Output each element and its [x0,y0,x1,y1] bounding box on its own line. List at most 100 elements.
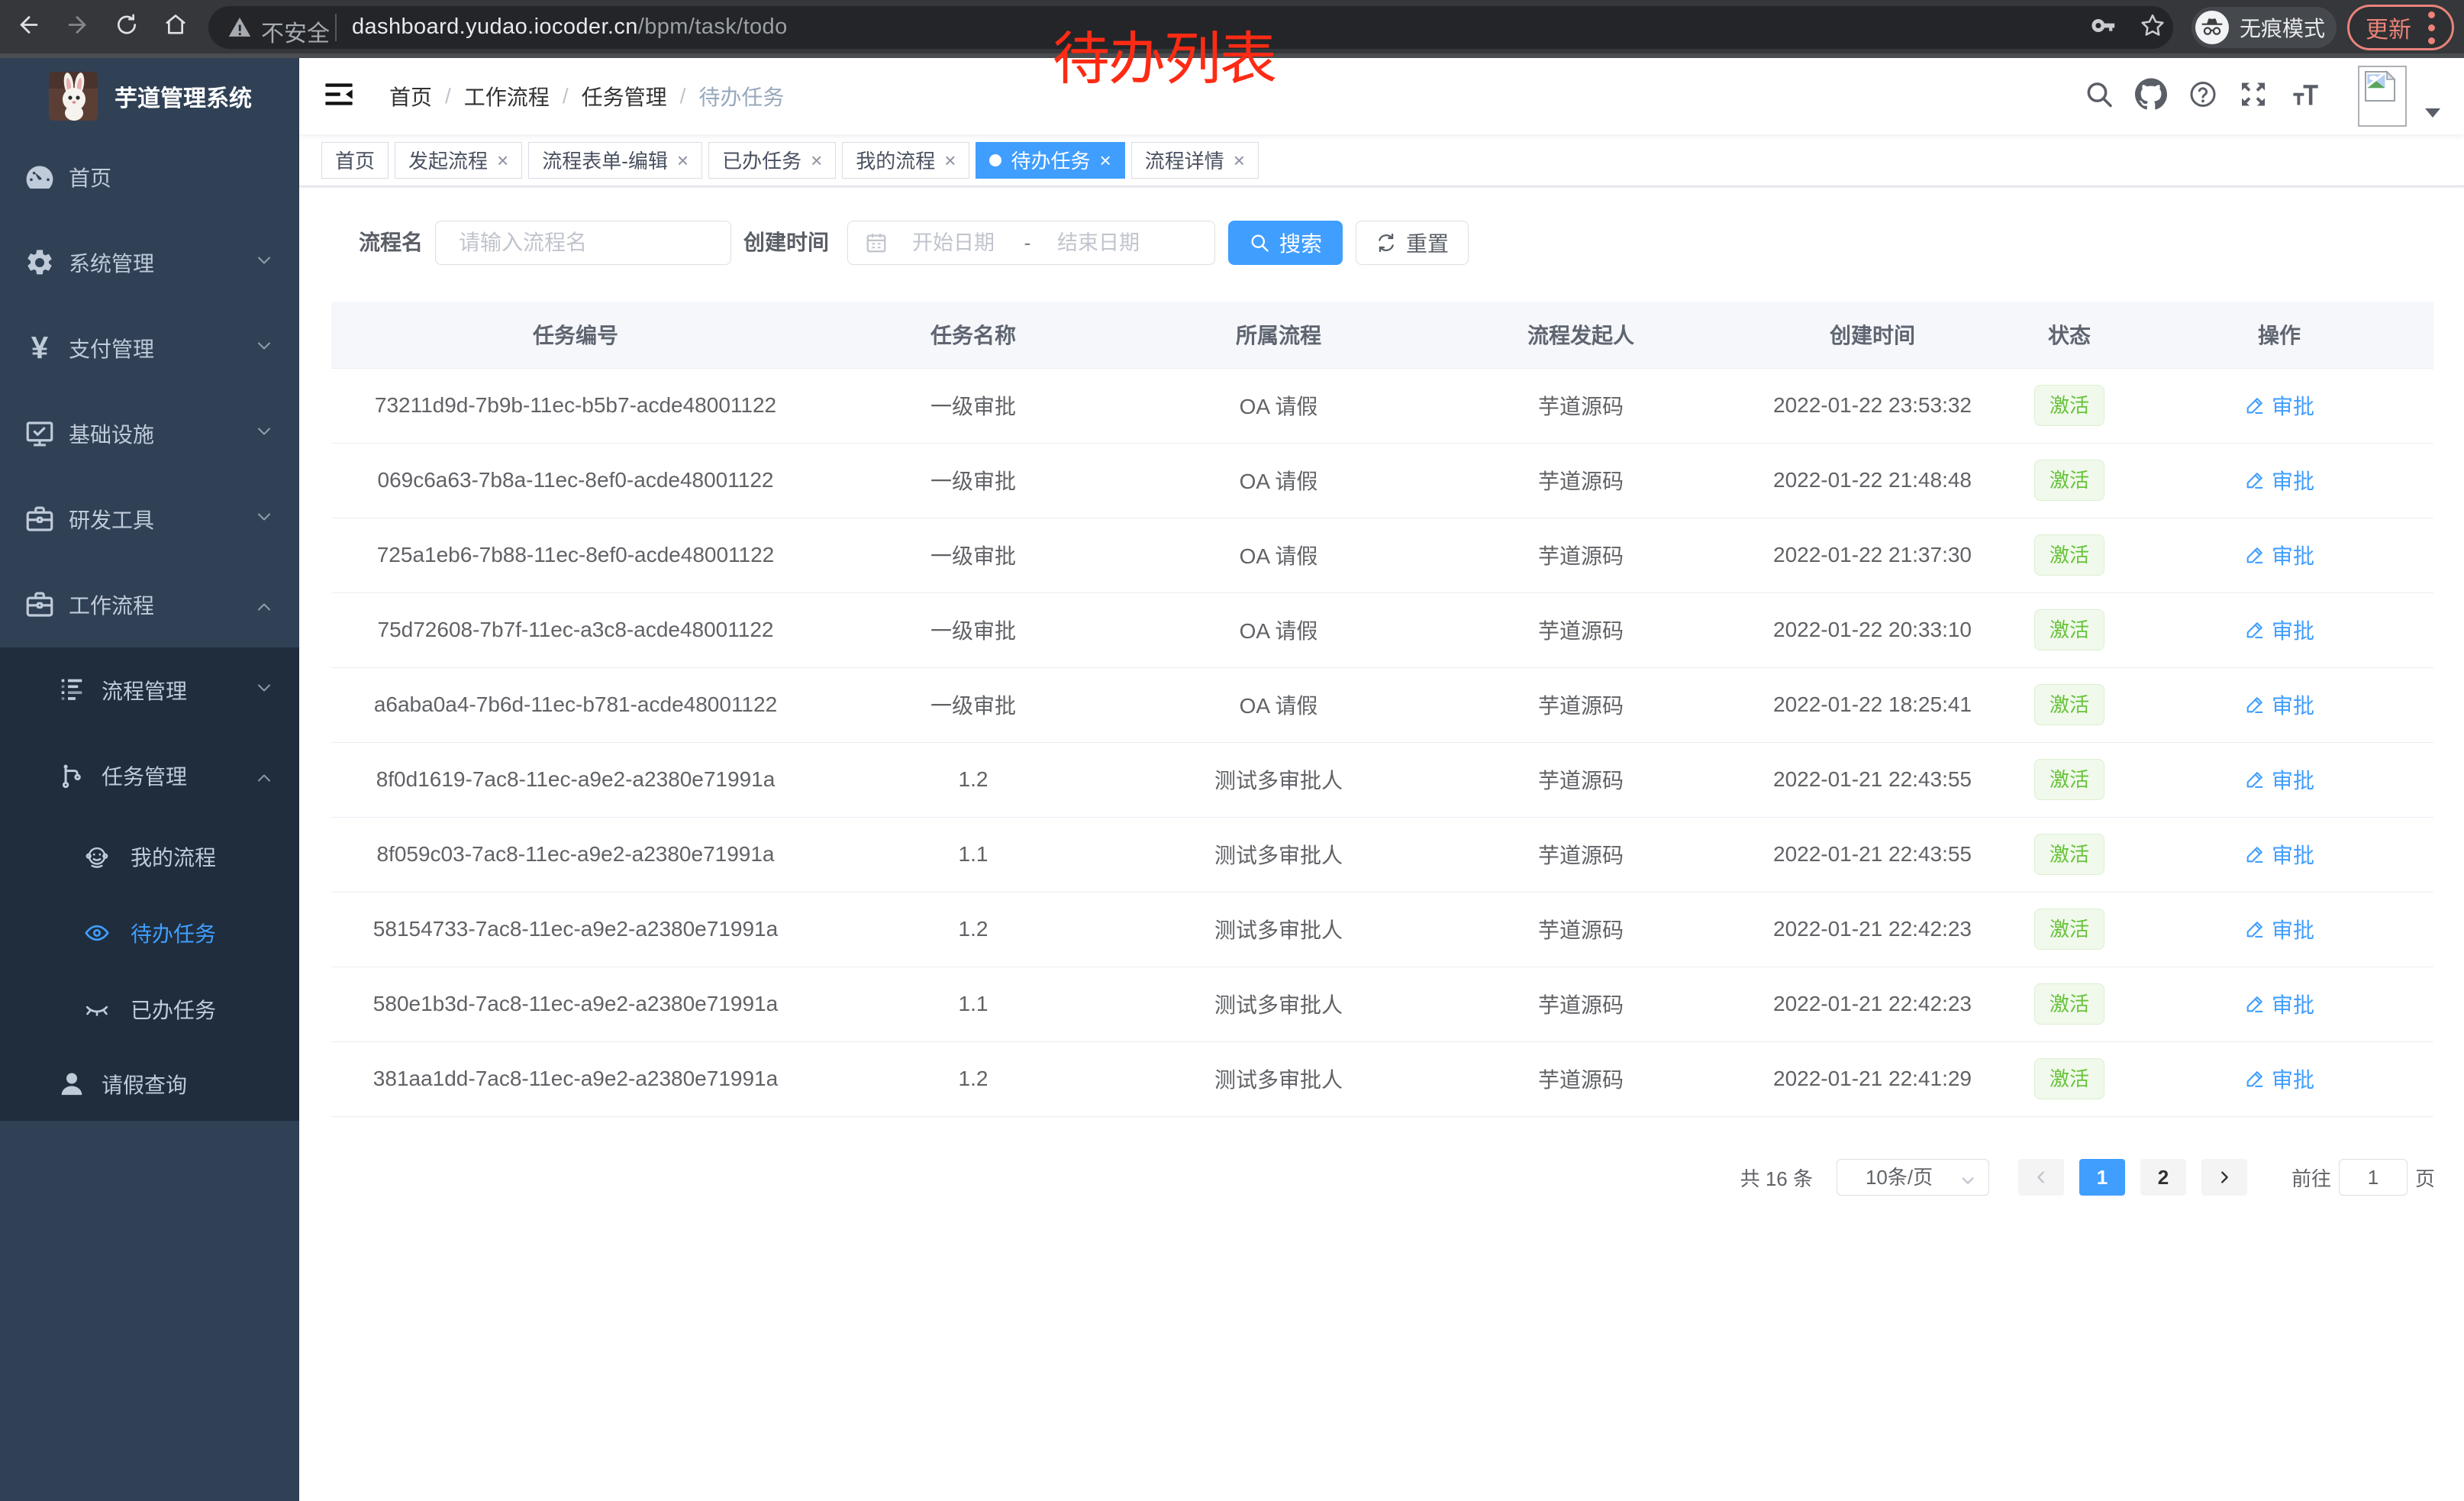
action-cell: 审批 [2125,667,2433,742]
action-cell: 审批 [2125,592,2433,667]
approve-link[interactable]: 审批 [2244,764,2314,795]
breadcrumb-item[interactable]: 任务管理 [582,81,667,111]
end-date-placeholder[interactable]: 结束日期 [1057,221,1141,264]
sidebar-item-4[interactable]: 研发工具 [0,476,299,562]
hamburger-icon[interactable] [325,83,353,110]
process-cell: 测试多审批人 [1127,967,1430,1041]
tab-tag[interactable]: 待办任务× [976,142,1124,179]
sidebar-item-9[interactable]: 待办任务 [0,895,299,971]
search-label: 搜索 [1279,228,1322,258]
browser-reload-icon[interactable] [114,13,139,41]
fullscreen-icon[interactable] [2238,79,2269,114]
task-id-cell: 8f059c03-7ac8-11ec-a9e2-a2380e71991a [331,817,820,892]
eye-open-icon [84,918,110,948]
toolbox-icon [23,589,56,621]
status-cell: 激活 [2014,967,2125,1041]
approve-link[interactable]: 审批 [2244,540,2314,570]
status-cell: 激活 [2014,1041,2125,1116]
table-row: 580e1b3d-7ac8-11ec-a9e2-a2380e71991a1.1测… [331,967,2433,1041]
approve-link[interactable]: 审批 [2244,689,2314,720]
status-cell: 激活 [2014,592,2125,667]
process-name-input[interactable]: 请输入流程名 [435,221,731,265]
status-badge: 激活 [2034,460,2104,501]
url-text[interactable]: dashboard.yudao.iocoder.cn/bpm/task/todo [352,15,788,40]
browser-home-icon[interactable] [163,13,188,41]
page-size-select[interactable]: 10条/页 [1837,1159,1989,1196]
approve-link[interactable]: 审批 [2244,390,2314,421]
next-page-button[interactable] [2201,1159,2247,1196]
approve-link[interactable]: 审批 [2244,839,2314,870]
browser-back-icon[interactable] [16,12,42,42]
close-icon[interactable]: × [944,150,956,170]
caret-down-icon[interactable] [2424,107,2442,123]
font-size-icon[interactable] [2290,79,2322,115]
action-cell: 审批 [2125,817,2433,892]
approve-link[interactable]: 审批 [2244,914,2314,944]
tab-tag[interactable]: 流程表单-编辑× [528,142,702,179]
browser-update-button[interactable]: 更新 [2347,5,2454,50]
status-cell: 激活 [2014,368,2125,443]
breadcrumb-item[interactable]: 工作流程 [464,81,550,111]
task-id-cell: 8f0d1619-7ac8-11ec-a9e2-a2380e71991a [331,742,820,817]
tab-tag[interactable]: 已办任务× [708,142,836,179]
tab-tag[interactable]: 我的流程 × [842,142,969,179]
search-icon [1249,232,1270,253]
name-placeholder: 请输入流程名 [459,221,587,264]
close-icon[interactable]: × [1100,150,1111,170]
page-button-2[interactable]: 2 [2140,1159,2186,1196]
approve-link[interactable]: 审批 [2244,1064,2314,1094]
search-icon[interactable] [2084,79,2114,114]
sidebar-item-1[interactable]: 系统管理 [0,220,299,305]
gear-icon [23,247,56,278]
breadcrumb-item[interactable]: 首页 [389,81,432,111]
approve-link[interactable]: 审批 [2244,465,2314,495]
tag-label: 我的流程 [856,146,935,174]
browser-toolbar: 不安全 dashboard.yudao.iocoder.cn/bpm/task/… [0,0,2464,53]
sidebar-item-8[interactable]: 我的流程 [0,818,299,895]
sidebar-item-5[interactable]: 工作流程 [0,562,299,647]
approve-label: 审批 [2272,764,2314,795]
tab-tag[interactable]: 首页 [321,142,389,179]
status-cell: 激活 [2014,667,2125,742]
jump-page-input[interactable]: 1 [2339,1159,2408,1196]
security-label[interactable]: 不安全 [261,15,330,48]
date-range-picker[interactable]: 开始日期 - 结束日期 [847,221,1215,265]
sidebar-item-11[interactable]: 请假查询 [0,1047,299,1121]
github-icon[interactable] [2135,79,2167,115]
bookmark-star-icon[interactable] [2140,13,2166,43]
breadcrumb-separator: / [445,84,451,108]
sidebar-item-6[interactable]: 流程管理 [0,647,299,733]
approve-link[interactable]: 审批 [2244,989,2314,1019]
approve-label: 审批 [2272,615,2314,645]
start-date-placeholder[interactable]: 开始日期 [912,221,996,264]
prev-page-button[interactable] [2018,1159,2064,1196]
more-vert-icon[interactable] [2428,11,2435,44]
sidebar-item-2[interactable]: ¥支付管理 [0,305,299,391]
close-icon[interactable]: × [811,150,822,170]
tab-tag[interactable]: 发起流程× [395,142,522,179]
approve-link[interactable]: 审批 [2244,615,2314,645]
status-badge: 激活 [2034,534,2104,576]
help-icon[interactable] [2188,79,2218,114]
avatar[interactable] [2358,66,2407,127]
sidebar-item-3[interactable]: 基础设施 [0,391,299,476]
search-button[interactable]: 搜索 [1228,221,1343,265]
browser-forward-icon[interactable] [64,12,90,42]
refresh-icon [1376,232,1397,253]
close-icon[interactable]: × [677,150,689,170]
page-button-1[interactable]: 1 [2079,1159,2125,1196]
close-icon[interactable]: × [497,150,508,170]
breadcrumb-item: 待办任务 [698,81,784,111]
tab-tag[interactable]: 流程详情× [1131,142,1259,179]
reset-button[interactable]: 重置 [1356,221,1469,265]
key-icon[interactable] [2091,13,2117,43]
sidebar-item-0[interactable]: 首页 [0,134,299,220]
sidebar-item-10[interactable]: 已办任务 [0,971,299,1047]
process-cell: 测试多审批人 [1127,892,1430,967]
task-name-cell: 一级审批 [820,518,1127,592]
breadcrumb-separator: / [680,84,686,108]
task-id-cell: 580e1b3d-7ac8-11ec-a9e2-a2380e71991a [331,967,820,1041]
sidebar-item-7[interactable]: 任务管理 [0,733,299,818]
close-icon[interactable]: × [1234,150,1245,170]
sidebar-logo[interactable]: 芋道管理系统 [0,58,299,134]
